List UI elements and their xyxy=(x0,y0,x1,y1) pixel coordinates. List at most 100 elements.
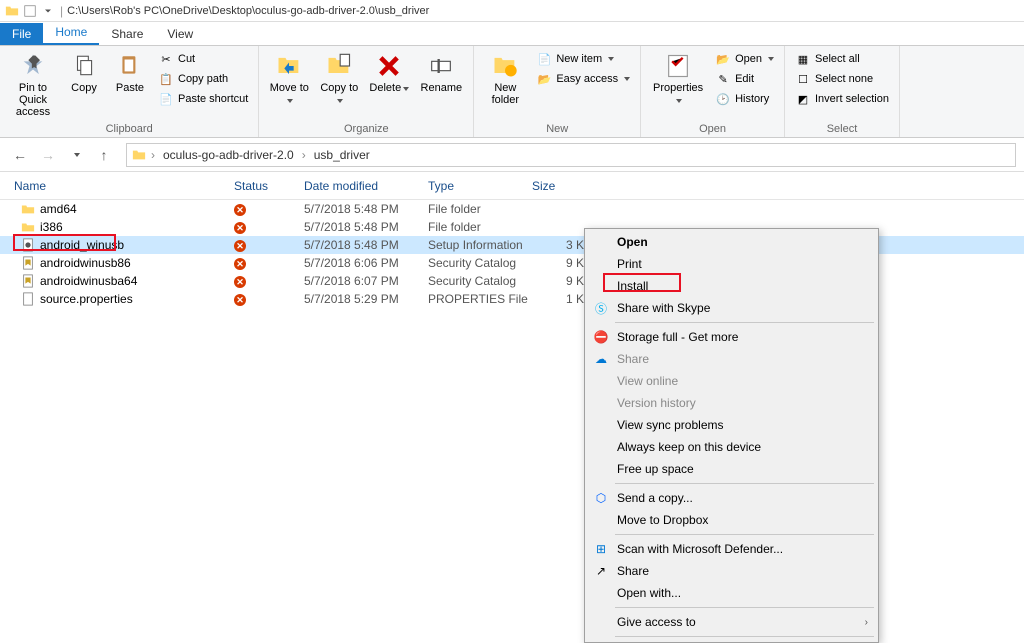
copy-icon xyxy=(68,50,100,82)
ctx-open-with[interactable]: Open with... xyxy=(587,582,876,604)
file-name: android_winusb xyxy=(40,238,124,252)
breadcrumb-item[interactable]: oculus-go-adb-driver-2.0 xyxy=(159,148,298,162)
file-icon xyxy=(20,219,36,235)
file-size: 9 KB xyxy=(532,274,592,288)
copy-path-button[interactable]: 📋Copy path xyxy=(156,70,250,88)
tab-view[interactable]: View xyxy=(155,23,205,45)
select-group-label: Select xyxy=(793,121,891,135)
file-name: amd64 xyxy=(40,202,77,216)
rename-button[interactable]: Rename xyxy=(417,50,465,94)
cut-icon: ✂ xyxy=(158,51,174,67)
paste-shortcut-button[interactable]: 📄Paste shortcut xyxy=(156,90,250,108)
file-icon xyxy=(20,291,36,307)
move-to-icon xyxy=(273,50,305,82)
quickaccess-dropdown-icon[interactable] xyxy=(40,3,56,19)
ctx-free-space[interactable]: Free up space xyxy=(587,458,876,480)
open-icon: 📂 xyxy=(715,51,731,67)
ctx-send-copy[interactable]: ⬡Send a copy... xyxy=(587,487,876,509)
ctx-install[interactable]: Install xyxy=(587,275,876,297)
edit-icon: ✎ xyxy=(715,71,731,87)
file-icon xyxy=(20,273,36,289)
easy-access-button[interactable]: 📂Easy access xyxy=(534,70,632,88)
sync-error-icon: ✕ xyxy=(234,276,246,288)
sync-error-icon: ✕ xyxy=(234,294,246,306)
ctx-defender[interactable]: ⊞Scan with Microsoft Defender... xyxy=(587,538,876,560)
new-item-button[interactable]: 📄New item xyxy=(534,50,632,68)
ctx-always-keep[interactable]: Always keep on this device xyxy=(587,436,876,458)
address-bar[interactable]: › oculus-go-adb-driver-2.0 › usb_driver xyxy=(126,143,1016,167)
properties-button[interactable]: Properties xyxy=(649,50,707,106)
clipboard-stack: ✂Cut 📋Copy path 📄Paste shortcut xyxy=(156,50,250,108)
open-button[interactable]: 📂Open xyxy=(713,50,776,68)
recent-dropdown[interactable] xyxy=(64,143,88,167)
ctx-version-history[interactable]: Version history xyxy=(587,392,876,414)
context-menu: Open Print Install ⓈShare with Skype ⛔St… xyxy=(584,228,879,643)
copy-to-icon xyxy=(323,50,355,82)
file-row[interactable]: amd64✕5/7/2018 5:48 PMFile folder xyxy=(0,200,1024,218)
chevron-right-icon: › xyxy=(865,617,868,628)
delete-button[interactable]: Delete xyxy=(367,50,411,94)
tab-share[interactable]: Share xyxy=(99,23,155,45)
rename-label: Rename xyxy=(421,82,463,94)
cut-button[interactable]: ✂Cut xyxy=(156,50,250,68)
rename-icon xyxy=(425,50,457,82)
breadcrumb-item[interactable]: usb_driver xyxy=(310,148,374,162)
file-size: 9 KB xyxy=(532,256,592,270)
ribbon-group-organize: Move to Copy to Delete Rename Organize xyxy=(259,46,474,137)
ctx-share-skype[interactable]: ⓈShare with Skype xyxy=(587,297,876,319)
back-button[interactable]: ← xyxy=(8,143,32,167)
properties-label: Properties xyxy=(649,82,707,106)
ribbon-group-new: New folder 📄New item 📂Easy access New xyxy=(474,46,641,137)
history-button[interactable]: 🕑History xyxy=(713,90,776,108)
file-icon xyxy=(20,255,36,271)
edit-button[interactable]: ✎Edit xyxy=(713,70,776,88)
file-name: source.properties xyxy=(40,292,133,306)
select-none-button[interactable]: ☐Select none xyxy=(793,70,891,88)
ctx-open[interactable]: Open xyxy=(587,231,876,253)
col-status[interactable]: Status xyxy=(234,179,304,193)
ctx-give-access[interactable]: Give access to› xyxy=(587,611,876,633)
col-type[interactable]: Type xyxy=(428,179,532,193)
invert-selection-button[interactable]: ◩Invert selection xyxy=(793,90,891,108)
no-entry-icon: ⛔ xyxy=(593,329,609,345)
ctx-storage-full[interactable]: ⛔Storage full - Get more xyxy=(587,326,876,348)
copy-button[interactable]: Copy xyxy=(64,50,104,94)
forward-button[interactable]: → xyxy=(36,143,60,167)
copy-label: Copy xyxy=(71,82,97,94)
ctx-separator xyxy=(615,322,874,323)
quickaccess-save-icon[interactable] xyxy=(22,3,38,19)
sync-error-icon: ✕ xyxy=(234,222,246,234)
ctx-separator xyxy=(615,607,874,608)
ctx-print[interactable]: Print xyxy=(587,253,876,275)
copy-to-button[interactable]: Copy to xyxy=(317,50,361,106)
dropbox-icon: ⬡ xyxy=(593,490,609,506)
ctx-view-sync[interactable]: View sync problems xyxy=(587,414,876,436)
move-to-button[interactable]: Move to xyxy=(267,50,311,106)
col-name[interactable]: Name xyxy=(14,179,234,193)
file-type: File folder xyxy=(428,202,532,216)
sync-error-icon: ✕ xyxy=(234,240,246,252)
ribbon: Pin to Quick access Copy Paste ✂Cut 📋Cop… xyxy=(0,46,1024,138)
folder-icon xyxy=(4,3,20,19)
organize-group-label: Organize xyxy=(267,121,465,135)
tab-home[interactable]: Home xyxy=(43,21,99,45)
select-all-button[interactable]: ▦Select all xyxy=(793,50,891,68)
col-date[interactable]: Date modified xyxy=(304,179,428,193)
select-none-icon: ☐ xyxy=(795,71,811,87)
file-type: PROPERTIES File xyxy=(428,292,532,306)
ctx-share[interactable]: ↗Share xyxy=(587,560,876,582)
pin-quick-access-button[interactable]: Pin to Quick access xyxy=(8,50,58,118)
file-name: i386 xyxy=(40,220,63,234)
window-title-path: C:\Users\Rob's PC\OneDrive\Desktop\oculu… xyxy=(67,5,429,17)
new-folder-button[interactable]: New folder xyxy=(482,50,528,106)
move-to-label: Move to xyxy=(267,82,311,106)
ctx-move-dropbox[interactable]: Move to Dropbox xyxy=(587,509,876,531)
paste-button[interactable]: Paste xyxy=(110,50,150,94)
tab-file[interactable]: File xyxy=(0,23,43,45)
ctx-share-onedrive[interactable]: ☁Share xyxy=(587,348,876,370)
paste-icon xyxy=(114,50,146,82)
ctx-view-online[interactable]: View online xyxy=(587,370,876,392)
up-button[interactable]: ↑ xyxy=(92,143,116,167)
col-size[interactable]: Size xyxy=(532,179,592,193)
file-name: androidwinusba64 xyxy=(40,274,137,288)
